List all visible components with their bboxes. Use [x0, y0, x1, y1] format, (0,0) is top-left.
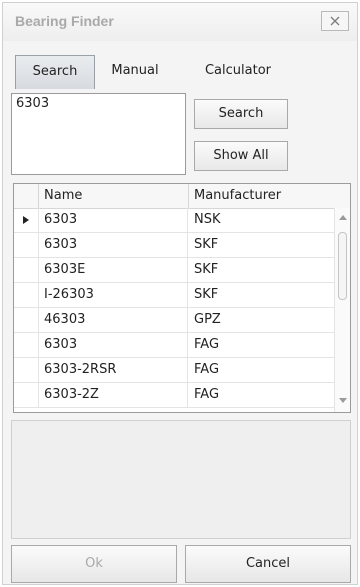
title-bar: Bearing Finder — [3, 3, 357, 41]
tab-strip: Search Manual Calculator — [15, 55, 355, 89]
cell-manufacturer: SKF — [194, 262, 219, 277]
cell-manufacturer: SKF — [194, 287, 219, 302]
cell-manufacturer: FAG — [194, 387, 220, 402]
row-header-cell — [14, 308, 39, 332]
table-row[interactable]: 6303 SKF — [14, 233, 334, 258]
details-panel — [11, 420, 351, 539]
tab-calculator[interactable]: Calculator — [183, 55, 293, 89]
bearing-finder-window: Bearing Finder Search Manual Calculator … — [2, 2, 358, 585]
chevron-up-icon[interactable] — [339, 214, 347, 220]
cell-name: 46303 — [38, 308, 188, 332]
search-query-input[interactable]: 6303 — [11, 93, 186, 175]
table-row[interactable]: 6303-2RSR FAG — [14, 358, 334, 383]
cell-name: I-26303 — [38, 283, 188, 307]
cell-manufacturer: FAG — [194, 337, 220, 352]
row-header-cell — [14, 333, 39, 357]
show-all-button[interactable]: Show All — [194, 141, 288, 171]
chevron-down-icon[interactable] — [339, 398, 347, 404]
table-row[interactable]: 6303-2Z FAG — [14, 383, 334, 408]
cell-manufacturer: NSK — [194, 212, 221, 227]
cell-manufacturer: GPZ — [194, 312, 221, 327]
cell-name: 6303 — [38, 233, 188, 257]
search-button[interactable]: Search — [194, 99, 288, 129]
table-row[interactable]: I-26303 SKF — [14, 283, 334, 308]
cell-name: 6303 — [38, 333, 188, 357]
row-header-cell — [14, 383, 39, 407]
row-header-cell — [14, 258, 39, 282]
table-row[interactable]: 6303 FAG — [14, 333, 334, 358]
cell-manufacturer: SKF — [194, 237, 219, 252]
cell-name: 6303-2RSR — [38, 358, 188, 382]
cell-name: 6303E — [38, 258, 188, 282]
window-title: Bearing Finder — [15, 13, 114, 29]
table-row[interactable]: 6303E SKF — [14, 258, 334, 283]
row-indicator-icon — [14, 208, 39, 232]
cancel-button[interactable]: Cancel — [185, 545, 351, 583]
column-header-name[interactable]: Name — [38, 184, 188, 208]
search-panel: 6303 Search Show All Name Manufacturer 6… — [11, 89, 351, 414]
grid-header: Name Manufacturer — [14, 184, 350, 209]
column-header-manufacturer[interactable]: Manufacturer — [188, 184, 334, 208]
table-row[interactable]: 46303 GPZ — [14, 308, 334, 333]
tab-search[interactable]: Search — [15, 55, 95, 89]
close-button[interactable] — [321, 11, 349, 31]
row-header-cell — [14, 283, 39, 307]
row-header-cell — [14, 233, 39, 257]
cell-name: 6303-2Z — [38, 383, 188, 407]
vertical-scrollbar[interactable] — [334, 208, 350, 412]
cell-manufacturer: FAG — [194, 362, 220, 377]
tab-manual[interactable]: Manual — [101, 55, 169, 89]
ok-button[interactable]: Ok — [11, 545, 177, 583]
scrollbar-thumb[interactable] — [338, 232, 347, 300]
row-header-cell — [14, 358, 39, 382]
cell-name: 6303 — [38, 208, 188, 232]
table-row[interactable]: 6303 NSK — [14, 208, 334, 233]
close-icon — [330, 16, 340, 26]
results-grid: Name Manufacturer 6303 NSK 6303 SKF 6303… — [13, 183, 351, 413]
